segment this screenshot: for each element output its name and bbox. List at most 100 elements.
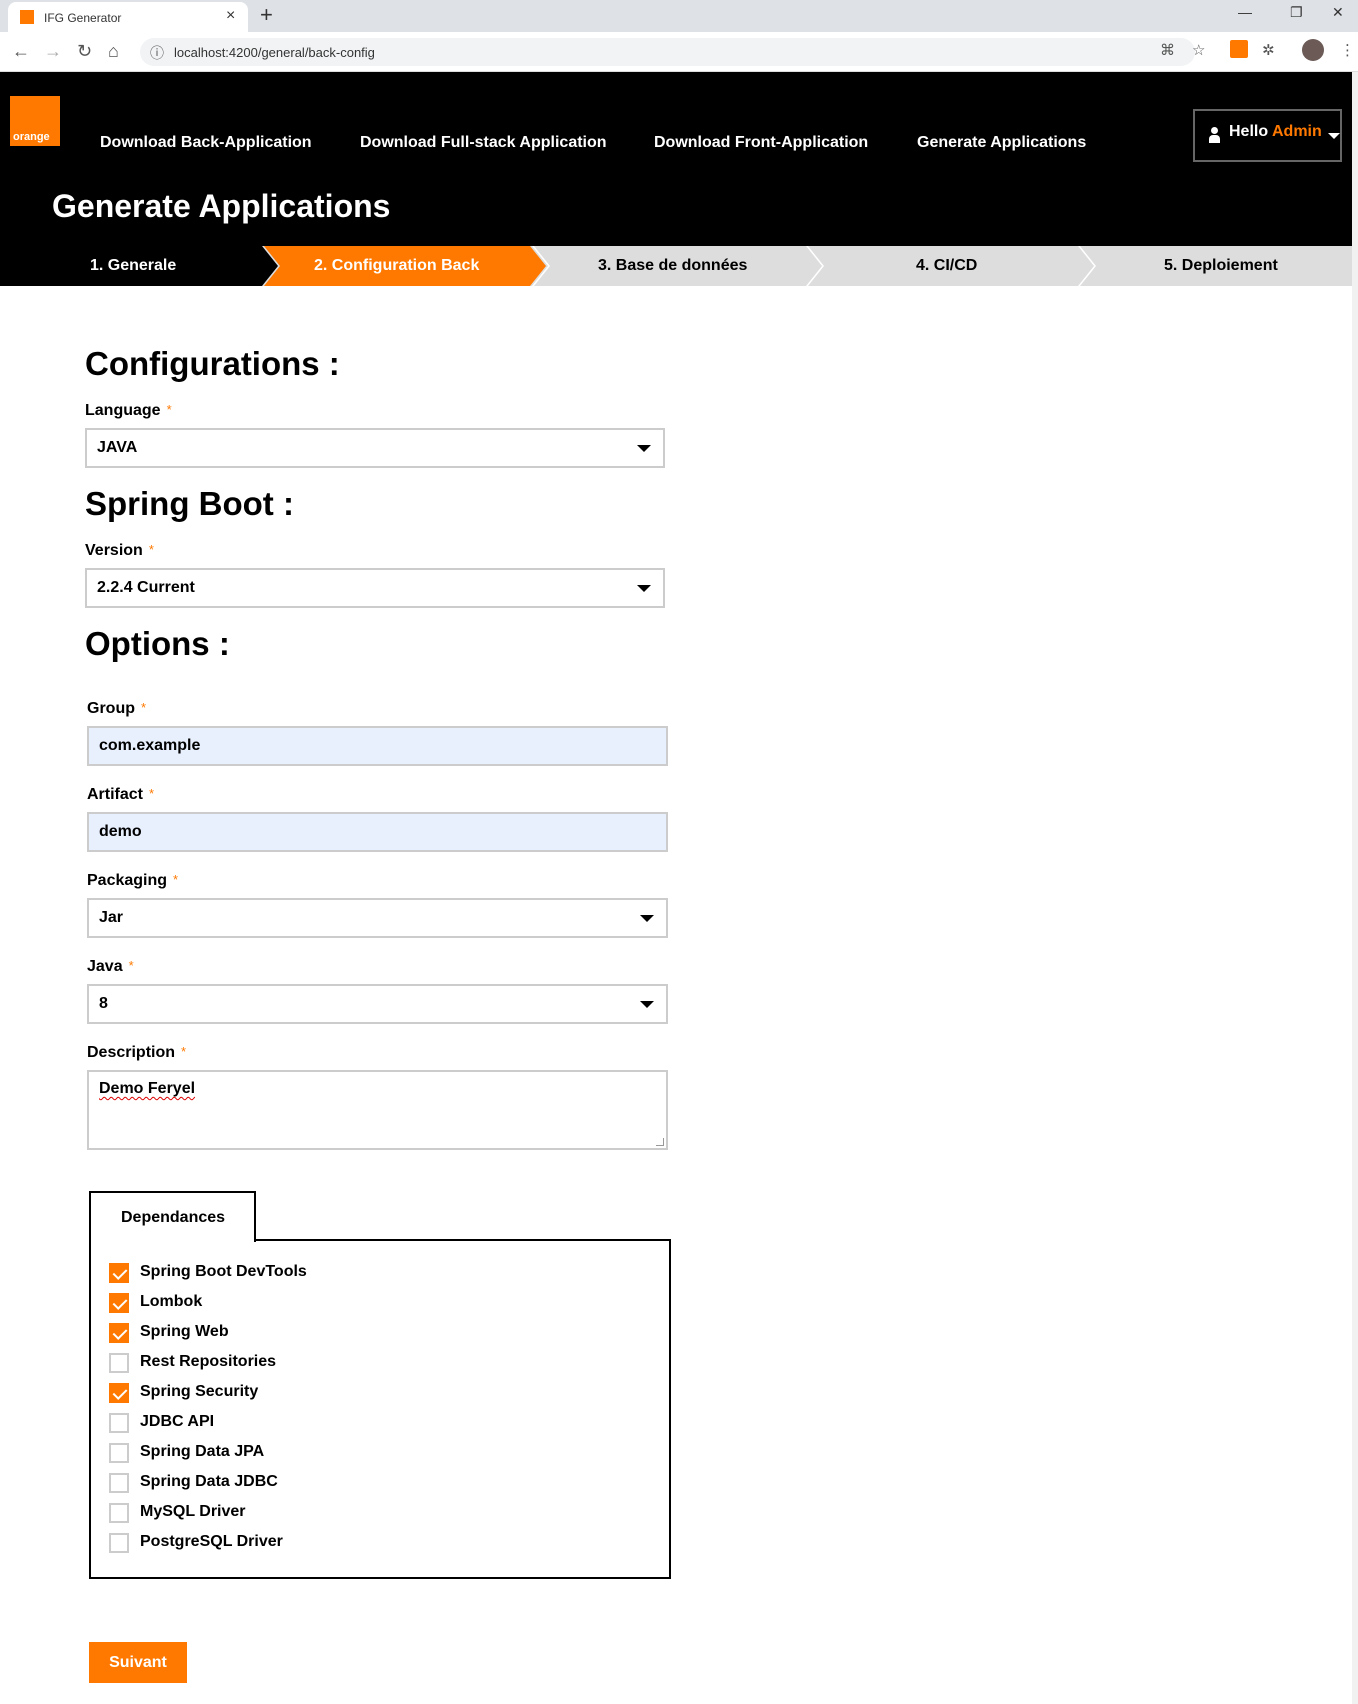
nav-download-fullstack[interactable]: Download Full-stack Application (360, 134, 607, 152)
dependencies-panel: Spring Boot DevTools Lombok Spring Web R… (89, 1239, 671, 1579)
description-textarea[interactable]: Demo Feryel (87, 1070, 668, 1150)
reload-icon[interactable]: ↻ (77, 41, 92, 62)
translate-icon[interactable]: ⌘ (1160, 41, 1175, 59)
step-configuration-back[interactable]: 2. Configuration Back (280, 246, 530, 286)
language-label: Language * (85, 402, 172, 419)
user-icon (1209, 127, 1220, 143)
page-title: Generate Applications (52, 188, 391, 224)
chevron-down-icon (640, 915, 654, 922)
artifact-input[interactable]: demo (87, 812, 668, 852)
next-button[interactable]: Suivant (89, 1642, 187, 1683)
checkbox-checked[interactable] (109, 1263, 129, 1283)
chevron-down-icon (637, 445, 651, 452)
language-value: JAVA (97, 439, 138, 456)
checkbox-unchecked[interactable] (109, 1533, 129, 1553)
dependency-label[interactable]: Spring Security (140, 1383, 258, 1401)
forward-icon[interactable]: → (44, 41, 62, 62)
restore-icon[interactable]: ❐ (1290, 4, 1303, 21)
step-generale[interactable]: 1. Generale (0, 246, 262, 286)
user-name: Admin (1271, 123, 1322, 140)
version-select[interactable]: 2.2.4 Current (85, 568, 665, 608)
step-label: 5. Deploiement (1164, 257, 1278, 274)
minimize-icon[interactable]: — (1238, 4, 1252, 20)
chevron-down-icon (1328, 133, 1340, 139)
back-icon[interactable]: ← (12, 41, 30, 62)
menu-kebab-icon[interactable]: ⋮ (1340, 41, 1355, 59)
checkbox-checked[interactable] (109, 1383, 129, 1403)
step-label: 2. Configuration Back (314, 257, 480, 274)
packaging-label: Packaging * (87, 872, 179, 889)
version-label: Version * (85, 542, 154, 559)
java-select[interactable]: 8 (87, 984, 668, 1024)
dependency-label[interactable]: PostgreSQL Driver (140, 1533, 283, 1551)
dependency-label[interactable]: Spring Web (140, 1323, 229, 1341)
spring-boot-heading: Spring Boot : (85, 485, 294, 522)
extension-puzzle-icon[interactable]: ✲ (1262, 41, 1275, 59)
page-scrollbar[interactable] (1352, 72, 1358, 1704)
dependency-label[interactable]: Rest Repositories (140, 1353, 276, 1371)
address-bar[interactable]: ⓘ localhost:4200/general/back-config (140, 38, 1195, 66)
checkbox-unchecked[interactable] (109, 1353, 129, 1373)
dependency-label[interactable]: Spring Boot DevTools (140, 1263, 307, 1281)
step-base-de-donnees[interactable]: 3. Base de données (548, 246, 806, 286)
dependency-label[interactable]: Spring Data JPA (140, 1443, 264, 1461)
chevron-down-icon (640, 1001, 654, 1008)
group-label: Group * (87, 700, 147, 717)
home-icon[interactable]: ⌂ (108, 41, 119, 62)
checkbox-unchecked[interactable] (109, 1443, 129, 1463)
url-text[interactable]: localhost:4200/general/back-config (174, 45, 375, 60)
options-heading: Options : (85, 625, 230, 662)
dependency-label[interactable]: Lombok (140, 1293, 202, 1311)
checkbox-unchecked[interactable] (109, 1413, 129, 1433)
dependencies-tab[interactable]: Dependances (89, 1191, 256, 1242)
step-deploiement[interactable]: 5. Deploiement (1094, 246, 1352, 286)
extension-icon[interactable] (1230, 40, 1248, 58)
close-window-icon[interactable]: ✕ (1332, 4, 1344, 21)
profile-avatar[interactable] (1302, 39, 1324, 61)
dependency-label[interactable]: MySQL Driver (140, 1503, 246, 1521)
dependencies-tab-label: Dependances (121, 1209, 226, 1226)
step-cicd[interactable]: 4. CI/CD (822, 246, 1078, 286)
browser-toolbar: ← → ↻ ⌂ ⓘ localhost:4200/general/back-co… (0, 32, 1358, 72)
artifact-label: Artifact * (87, 786, 155, 803)
artifact-value: demo (99, 823, 142, 840)
info-icon[interactable]: ⓘ (150, 43, 164, 63)
logo-text: orange (13, 131, 50, 143)
orange-logo[interactable]: orange (10, 96, 60, 146)
user-greeting: Hello Admin (1229, 123, 1322, 140)
java-label: Java * (87, 958, 134, 975)
version-value: 2.2.4 Current (97, 579, 195, 596)
checkbox-unchecked[interactable] (109, 1503, 129, 1523)
description-value: Demo Feryel (99, 1080, 196, 1097)
description-label: Description * (87, 1044, 187, 1061)
nav-download-front[interactable]: Download Front-Application (654, 134, 868, 152)
language-select[interactable]: JAVA (85, 428, 665, 468)
bookmark-star-icon[interactable]: ☆ (1192, 41, 1205, 59)
favicon-icon (20, 10, 34, 24)
step-label: 3. Base de données (598, 257, 748, 274)
packaging-select[interactable]: Jar (87, 898, 668, 938)
chevron-down-icon (637, 585, 651, 592)
resize-handle-icon[interactable] (656, 1138, 664, 1146)
step-label: 4. CI/CD (916, 257, 978, 274)
browser-tab[interactable]: IFG Generator × (8, 2, 248, 32)
group-value: com.example (99, 737, 201, 754)
user-menu-button[interactable]: Hello Admin (1193, 109, 1342, 162)
dependency-label[interactable]: JDBC API (140, 1413, 214, 1431)
step-label: 1. Generale (90, 257, 177, 274)
checkbox-unchecked[interactable] (109, 1473, 129, 1493)
wizard-stepper: 1. Generale 2. Configuration Back 3. Bas… (0, 246, 1352, 286)
dependency-label[interactable]: Spring Data JDBC (140, 1473, 278, 1491)
browser-tabbar: IFG Generator × + — ❐ ✕ (0, 0, 1358, 32)
java-value: 8 (99, 995, 108, 1012)
tab-title: IFG Generator (44, 11, 122, 25)
configurations-heading: Configurations : (85, 345, 340, 382)
nav-download-back[interactable]: Download Back-Application (100, 134, 312, 152)
group-input[interactable]: com.example (87, 726, 668, 766)
nav-generate-applications[interactable]: Generate Applications (917, 134, 1086, 152)
checkbox-checked[interactable] (109, 1323, 129, 1343)
tab-close-icon[interactable]: × (226, 7, 235, 25)
new-tab-icon[interactable]: + (260, 2, 273, 28)
checkbox-checked[interactable] (109, 1293, 129, 1313)
packaging-value: Jar (99, 909, 124, 926)
